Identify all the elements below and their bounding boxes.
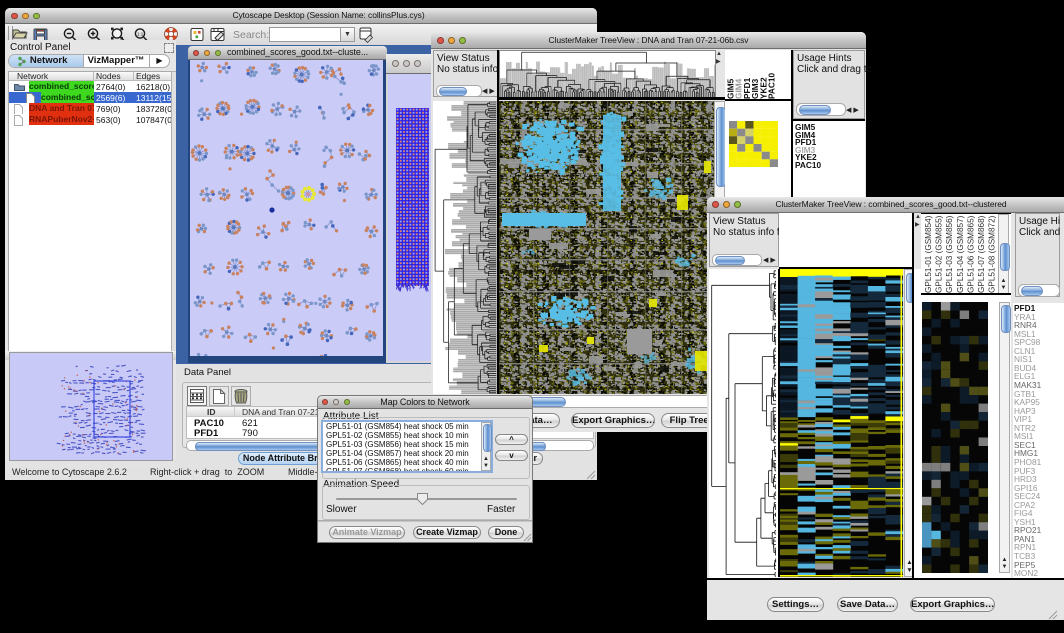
svg-text:PAC10: PAC10 [767, 72, 777, 99]
svg-text:GPL51-01 (GSM854): GPL51-01 (GSM854) [924, 215, 933, 293]
svg-text:GPL51-04 (GSM857): GPL51-04 (GSM857) [956, 215, 965, 293]
svg-text:GPL51-02 (GSM855): GPL51-02 (GSM855) [935, 215, 944, 293]
svg-text:GPL51-07 (GSM868): GPL51-07 (GSM868) [977, 215, 986, 293]
svg-text:GPL51-06 (GSM865): GPL51-06 (GSM865) [966, 215, 975, 293]
svg-text:GPL51-08 (GSM872): GPL51-08 (GSM872) [988, 215, 997, 293]
svg-text:GPL51-03 (GSM856): GPL51-03 (GSM856) [945, 215, 954, 293]
svg-text:1:1: 1:1 [137, 32, 144, 37]
